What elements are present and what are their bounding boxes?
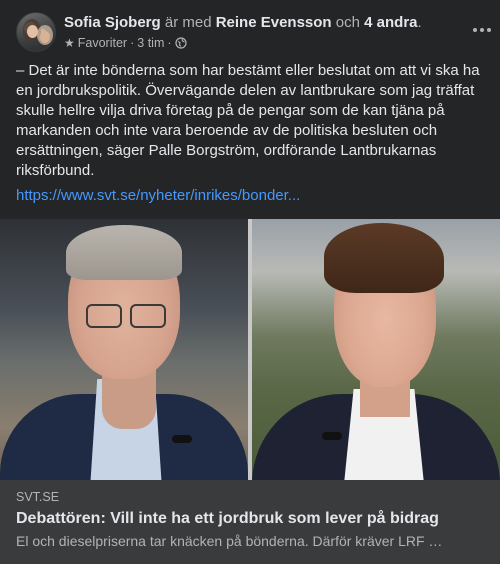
microphone — [322, 432, 342, 440]
more-dot — [480, 28, 484, 32]
author-avatar[interactable] — [16, 12, 56, 52]
author-line: Sofia Sjoberg är med Reine Evensson och … — [64, 13, 422, 32]
avatar-face-2 — [40, 31, 50, 43]
globe-icon[interactable] — [174, 37, 187, 49]
glasses-right — [130, 304, 166, 328]
microphone — [172, 435, 192, 443]
meta-separator-2: · — [167, 36, 172, 50]
post-url-link[interactable]: https://www.svt.se/nyheter/inrikes/bonde… — [16, 186, 300, 206]
more-horizontal-icon — [473, 28, 477, 32]
post-time[interactable]: 3 tim — [137, 35, 164, 51]
person-hair — [66, 225, 182, 280]
facebook-post: Sofia Sjoberg är med Reine Evensson och … — [0, 0, 500, 564]
post-header: Sofia Sjoberg är med Reine Evensson och … — [16, 12, 491, 54]
and-text: och — [331, 14, 365, 31]
meta-separator: · — [130, 36, 135, 50]
post-meta: ★ Favoriter · 3 tim · — [64, 35, 187, 51]
audience-label[interactable]: Favoriter — [78, 35, 127, 51]
tagged-person[interactable]: Reine Evensson — [216, 14, 332, 31]
post-text: – Det är inte bönderna som har bestämt e… — [16, 62, 480, 179]
glasses-left — [86, 304, 122, 328]
image-right-panel — [252, 219, 500, 480]
image-left-panel — [0, 219, 248, 480]
star-icon: ★ — [64, 36, 75, 50]
more-options-button[interactable] — [464, 16, 500, 44]
post-image[interactable] — [0, 219, 500, 480]
avatar-face — [27, 25, 38, 38]
link-description: El och dieselpriserna tar knäcken på bön… — [16, 533, 443, 549]
author-name[interactable]: Sofia Sjoberg — [64, 14, 161, 31]
others-link[interactable]: 4 andra — [364, 14, 417, 31]
with-text: är med — [160, 14, 216, 31]
link-source: SVT.SE — [16, 490, 60, 504]
person-hair — [324, 223, 444, 293]
more-dot — [487, 28, 491, 32]
link-headline[interactable]: Debattören: Vill inte ha ett jordbruk so… — [16, 509, 486, 529]
link-preview[interactable]: SVT.SE Debattören: Vill inte ha ett jord… — [0, 480, 500, 564]
period: . — [417, 14, 422, 31]
